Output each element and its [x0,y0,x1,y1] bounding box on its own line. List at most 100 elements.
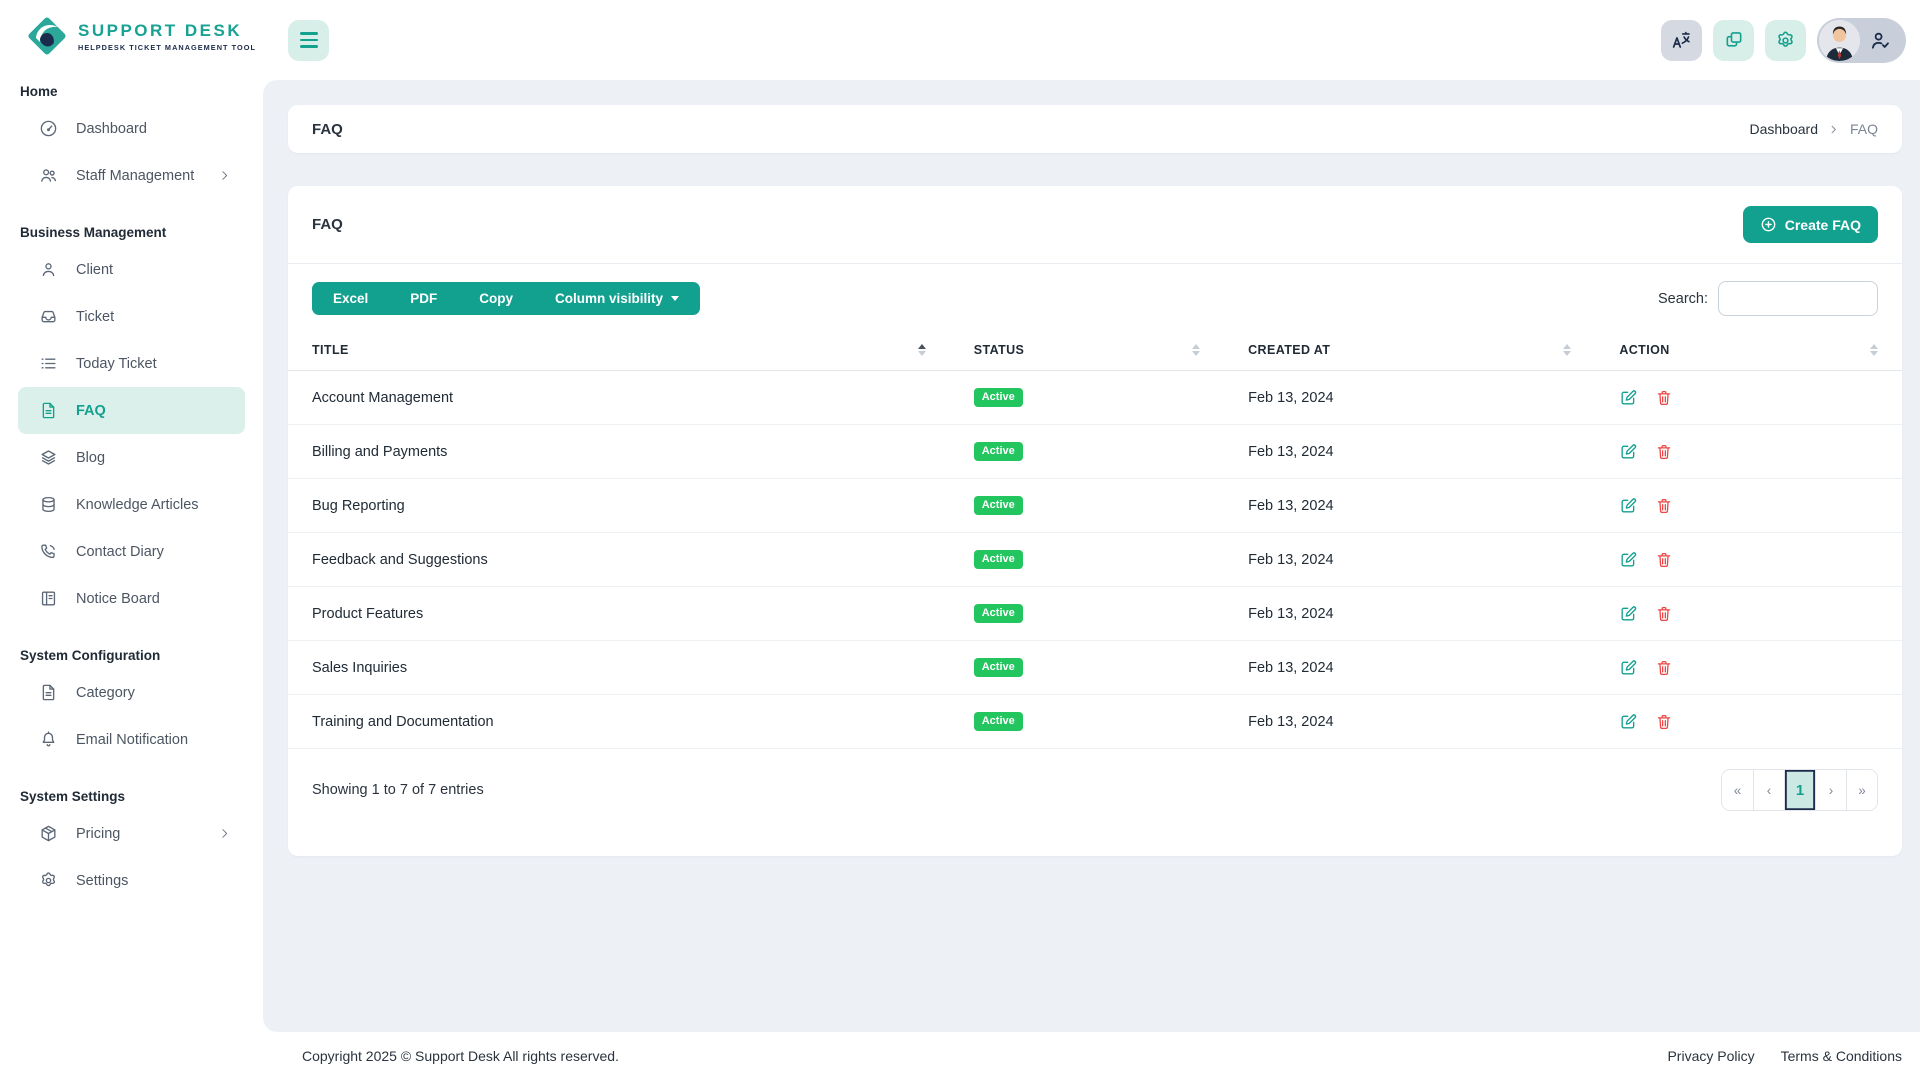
sidebar-item-label: Blog [76,450,105,466]
brand-tagline: HELPDESK TICKET MANAGEMENT TOOL [78,43,256,52]
status-badge: Active [974,604,1023,623]
sidebar-item-knowledge-articles[interactable]: Knowledge Articles [0,481,263,528]
sidebar-item-faq[interactable]: FAQ [18,387,245,434]
table-row: Sales InquiriesActiveFeb 13, 2024 [288,641,1902,695]
column-header-title[interactable]: TITLE [288,330,950,371]
edit-button[interactable] [1619,604,1638,623]
sidebar-item-dashboard[interactable]: Dashboard [0,105,263,152]
status-badge: Active [974,442,1023,461]
action-cell [1595,533,1902,587]
status-cell: Active [950,425,1224,479]
pdf-export-button[interactable]: PDF [389,282,458,315]
brand-name: SUPPORT DESK [78,21,256,41]
create-faq-button[interactable]: Create FAQ [1743,206,1878,243]
sidebar-item-blog[interactable]: Blog [0,434,263,481]
delete-button[interactable] [1655,443,1673,461]
pagination: «‹1›» [1721,769,1878,811]
sidebar-item-contact-diary[interactable]: Contact Diary [0,528,263,575]
showing-entries-text: Showing 1 to 7 of 7 entries [312,782,484,798]
card-title: FAQ [312,216,343,233]
sidebar-item-label: Today Ticket [76,356,157,372]
export-button-group: ExcelPDFCopyColumn visibility [312,282,700,315]
sort-icon [1870,344,1878,357]
column-header-action[interactable]: ACTION [1595,330,1902,371]
breadcrumb-dashboard-link[interactable]: Dashboard [1749,121,1818,137]
hamburger-icon [300,32,318,47]
faq-title-cell: Billing and Payments [288,425,950,479]
brand-logo[interactable]: SUPPORT DESK HELPDESK TICKET MANAGEMENT … [0,14,263,58]
breadcrumb-bar: FAQ Dashboard FAQ [288,105,1902,153]
sidebar: SUPPORT DESK HELPDESK TICKET MANAGEMENT … [0,0,263,1080]
action-cell [1595,425,1902,479]
sidebar-item-category[interactable]: Category [0,669,263,716]
column-header-created-at[interactable]: CREATED AT [1224,330,1595,371]
privacy-policy-link[interactable]: Privacy Policy [1667,1048,1754,1064]
status-cell: Active [950,587,1224,641]
clipboard-button[interactable] [1713,20,1754,61]
speedometer-icon [38,119,58,138]
page-number-button[interactable]: 1 [1784,770,1815,810]
sidebar-section-label: System Configuration [20,648,243,663]
first-page-button[interactable]: « [1722,770,1753,810]
sidebar-item-client[interactable]: Client [0,246,263,293]
avatar [1819,20,1860,61]
sidebar-item-label: Email Notification [76,732,188,748]
sidebar-item-email-notification[interactable]: Email Notification [0,716,263,763]
sidebar-item-label: Dashboard [76,121,147,137]
gear-icon [1775,30,1796,51]
sidebar-item-today-ticket[interactable]: Today Ticket [0,340,263,387]
created-at-cell: Feb 13, 2024 [1224,587,1595,641]
breadcrumb: Dashboard FAQ [1749,121,1878,137]
last-page-button[interactable]: » [1846,770,1877,810]
profile-menu[interactable] [1817,18,1906,63]
sidebar-item-label: Contact Diary [76,544,164,560]
database-icon [38,495,58,514]
delete-button[interactable] [1655,659,1673,677]
translate-button[interactable] [1661,20,1702,61]
sidebar-item-label: Pricing [76,826,120,842]
sidebar-item-staff-management[interactable]: Staff Management [0,152,263,199]
delete-button[interactable] [1655,551,1673,569]
previous-page-button[interactable]: ‹ [1753,770,1784,810]
terms-conditions-link[interactable]: Terms & Conditions [1781,1048,1902,1064]
sidebar-item-ticket[interactable]: Ticket [0,293,263,340]
copy-icon [1724,30,1744,50]
edit-button[interactable] [1619,712,1638,731]
sidebar-section-label: System Settings [20,789,243,804]
main-content: FAQ Dashboard FAQ FAQ Create FAQ ExcelPD… [263,80,1920,1032]
column-header-status[interactable]: STATUS [950,330,1224,371]
sidebar-toggle-button[interactable] [288,20,329,61]
excel-export-button[interactable]: Excel [312,282,389,315]
people-icon [38,166,58,185]
next-page-button[interactable]: › [1815,770,1846,810]
edit-button[interactable] [1619,496,1638,515]
edit-button[interactable] [1619,658,1638,677]
settings-button[interactable] [1765,20,1806,61]
action-cell [1595,479,1902,533]
action-cell [1595,695,1902,749]
sidebar-section-label: Business Management [20,225,243,240]
sidebar-item-notice-board[interactable]: Notice Board [0,575,263,622]
chevron-right-icon [1828,124,1840,135]
sidebar-item-label: Category [76,685,135,701]
search-input[interactable] [1718,281,1878,316]
delete-button[interactable] [1655,497,1673,515]
edit-button[interactable] [1619,442,1638,461]
sidebar-section-label: Home [20,84,243,99]
edit-button[interactable] [1619,388,1638,407]
delete-button[interactable] [1655,713,1673,731]
sidebar-item-settings[interactable]: Settings [0,857,263,904]
copy-export-button[interactable]: Copy [458,282,534,315]
gear-icon [38,871,58,890]
column-visibility-dropdown[interactable]: Column visibility [534,282,700,315]
page-title: FAQ [312,121,343,138]
edit-button[interactable] [1619,550,1638,569]
faq-title-cell: Training and Documentation [288,695,950,749]
status-cell: Active [950,479,1224,533]
delete-button[interactable] [1655,605,1673,623]
sidebar-item-pricing[interactable]: Pricing [0,810,263,857]
delete-button[interactable] [1655,389,1673,407]
table-row: Billing and PaymentsActiveFeb 13, 2024 [288,425,1902,479]
sidebar-item-label: Client [76,262,113,278]
status-badge: Active [974,712,1023,731]
